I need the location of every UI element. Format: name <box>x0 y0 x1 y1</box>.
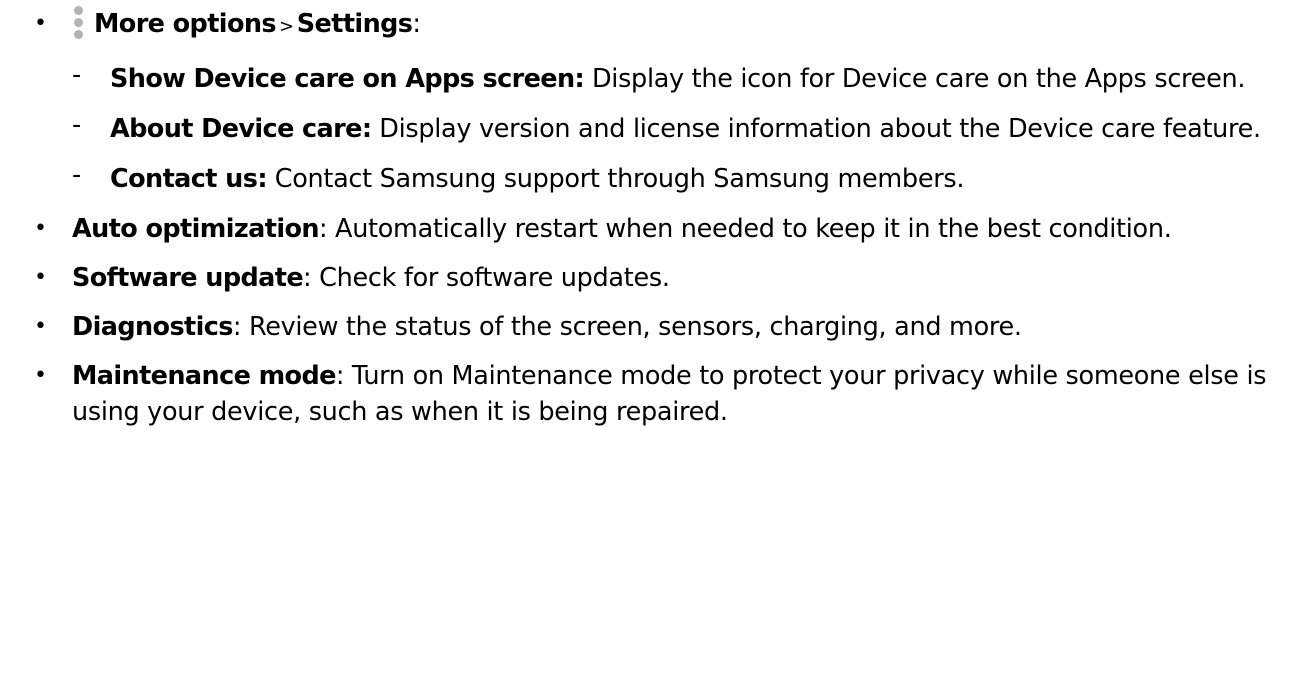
dash: - <box>72 160 81 190</box>
more-options-label: More options <box>94 9 277 39</box>
sub-item-text: Contact Samsung support through Samsung … <box>266 164 965 194</box>
bullet: • <box>34 11 47 36</box>
item-colon: : <box>232 312 242 342</box>
item-title: Maintenance mode <box>72 361 336 391</box>
sub-item-title: Show Device care on Apps screen <box>110 64 575 94</box>
dash: - <box>72 60 81 90</box>
feature-list: • More options > Settings: - Show Device c… <box>34 6 1306 443</box>
settings-colon: : <box>412 9 421 39</box>
list-item-software-update: • Software update: Check for software up… <box>34 260 1306 296</box>
item-text: Check for software updates. <box>311 263 670 293</box>
breadcrumb-separator: > <box>279 16 294 37</box>
item-title: Diagnostics <box>72 312 233 342</box>
list-item-more-options: • More options > Settings: - Show Device c… <box>34 6 1306 197</box>
list-item-diagnostics: • Diagnostics: Review the status of the … <box>34 309 1306 345</box>
item-title: Auto optimization <box>72 214 320 244</box>
more-options-icon <box>72 6 84 40</box>
list-item-maintenance-mode: • Maintenance mode: Turn on Maintenance … <box>34 358 1306 430</box>
settings-sub-list: - Show Device care on Apps screen: Displ… <box>72 60 1306 197</box>
document-page: • More options > Settings: - Show Device c… <box>0 0 1312 686</box>
bullet: • <box>34 314 47 339</box>
sub-item-title: About Device care <box>110 114 362 144</box>
sub-item-contact-us: - Contact us: Contact Samsung support th… <box>72 160 1306 197</box>
item-text: Review the status of the screen, sensors… <box>241 312 1022 342</box>
bullet: • <box>34 363 47 388</box>
sub-item-show-device-care: - Show Device care on Apps screen: Displ… <box>72 60 1306 97</box>
sub-item-colon: : <box>574 64 585 94</box>
sub-item-colon: : <box>361 114 372 144</box>
bullet: • <box>34 265 47 290</box>
dash: - <box>72 110 81 140</box>
item-colon: : <box>335 361 345 391</box>
sub-item-text: Display the icon for Device care on the … <box>584 64 1246 94</box>
settings-label: Settings <box>296 9 413 39</box>
sub-item-title: Contact us <box>110 164 258 194</box>
list-item-auto-optimization: • Auto optimization: Automatically resta… <box>34 211 1306 247</box>
item-title: Software update <box>72 263 304 293</box>
sub-item-about-device-care: - About Device care: Display version and… <box>72 110 1306 147</box>
item-text: Automatically restart when needed to kee… <box>327 214 1172 244</box>
sub-item-text: Display version and license information … <box>371 114 1261 144</box>
bullet: • <box>34 216 47 241</box>
item-colon: : <box>318 214 328 244</box>
sub-item-colon: : <box>257 164 267 194</box>
